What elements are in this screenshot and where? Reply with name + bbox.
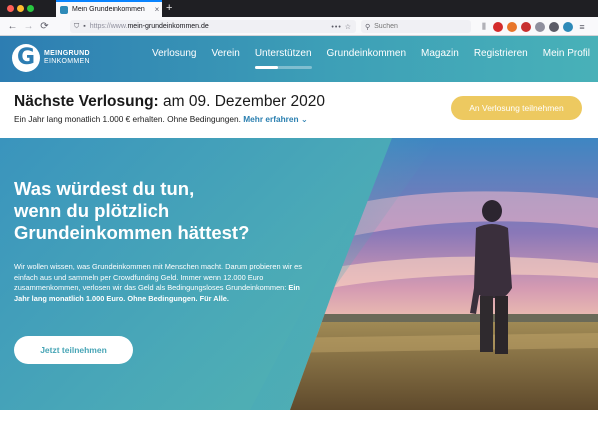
browser-toolbar: ← → ⟳ ⛉ ▪ https://www.mein-grundeinkomme…	[0, 17, 598, 36]
nav-unterstuetzen[interactable]: Unterstützen	[254, 48, 312, 69]
extension-icon[interactable]	[507, 21, 517, 32]
nav-mein-profil[interactable]: Mein Profil	[543, 48, 590, 59]
toolbar-icons: ⫼ ≡	[479, 20, 591, 33]
url-text[interactable]: https://www.mein-grundeinkommen.de	[90, 23, 328, 30]
account-icon[interactable]	[549, 21, 559, 32]
learn-more-link[interactable]: Mehr erfahren ⌄	[243, 114, 308, 124]
forward-button[interactable]: →	[22, 20, 35, 33]
lock-icon[interactable]: ▪	[83, 23, 85, 30]
search-box[interactable]: ⚲	[361, 20, 471, 33]
zoom-window-button[interactable]	[27, 5, 34, 12]
back-button[interactable]: ←	[6, 20, 19, 33]
participate-button[interactable]: Jetzt teilnehmen	[14, 336, 133, 364]
close-window-button[interactable]	[7, 5, 14, 12]
nav-verein[interactable]: Verein	[211, 48, 239, 59]
container-icon[interactable]	[563, 21, 573, 32]
announcement-date: am 09. Dezember 2020	[158, 93, 326, 110]
logo-mark-icon: G	[12, 44, 40, 72]
new-tab-button[interactable]: +	[166, 1, 172, 15]
logo-text-bottom: EINKOMMEN	[44, 58, 90, 65]
hero-body-text: Wir wollen wissen, was Grundeinkommen mi…	[14, 262, 302, 293]
url-host: mein-grundeinkommen.de	[127, 23, 209, 30]
close-tab-icon[interactable]: ×	[152, 5, 162, 14]
address-bar[interactable]: ⛉ ▪ https://www.mein-grundeinkommen.de •…	[70, 20, 356, 33]
search-icon: ⚲	[365, 23, 371, 31]
page-bottom	[0, 410, 598, 431]
page-actions-icon[interactable]: ••• ☆	[331, 23, 352, 31]
sync-icon[interactable]	[535, 21, 545, 32]
nav-grundeinkommen[interactable]: Grundeinkommen	[327, 48, 406, 59]
headline-line-2: wenn du plötzlich	[14, 200, 170, 221]
announcement-subtitle: Ein Jahr lang monatlich 1.000 € erhalten…	[14, 114, 308, 124]
reload-button[interactable]: ⟳	[38, 20, 51, 33]
menu-icon[interactable]: ≡	[577, 22, 587, 32]
chevron-down-icon: ⌄	[300, 114, 308, 124]
library-icon[interactable]: ⫼	[479, 22, 489, 32]
headline-line-1: Was würdest du tun,	[14, 178, 195, 199]
ublock-icon[interactable]	[493, 21, 503, 32]
nav-registrieren[interactable]: Registrieren	[474, 48, 528, 59]
tab-title: Mein Grundeinkommen	[72, 6, 145, 13]
hero-description: Wir wollen wissen, was Grundeinkommen mi…	[14, 262, 304, 304]
nav-verlosung[interactable]: Verlosung	[152, 48, 196, 59]
site-favicon-icon	[60, 5, 68, 14]
join-raffle-button[interactable]: An Verlosung teilnehmen	[451, 96, 582, 120]
shield-icon[interactable]: ⛉	[74, 23, 79, 31]
site-header: G MEINGRUND EINKOMMEN Verlosung Verein U…	[0, 36, 598, 82]
announcement-subtitle-text: Ein Jahr lang monatlich 1.000 € erhalten…	[14, 114, 241, 124]
hero-headline: Was würdest du tun, wenn du plötzlich Gr…	[14, 178, 304, 244]
main-nav: Verlosung Verein Unterstützen Grundeinko…	[137, 48, 590, 69]
search-input[interactable]	[374, 23, 465, 30]
hero-section: Was würdest du tun, wenn du plötzlich Gr…	[0, 138, 598, 410]
browser-titlebar: Mein Grundeinkommen × +	[0, 0, 598, 17]
browser-tab[interactable]: Mein Grundeinkommen ×	[56, 0, 162, 17]
url-prefix: https://www.	[89, 23, 128, 30]
announcement-title-bold: Nächste Verlosung:	[14, 93, 159, 110]
announcement-title: Nächste Verlosung: am 09. Dezember 2020	[14, 93, 325, 111]
minimize-window-button[interactable]	[17, 5, 24, 12]
headline-line-3: Grundeinkommen hättest?	[14, 222, 250, 243]
logo-wordmark: MEINGRUND EINKOMMEN	[44, 50, 90, 66]
logo-text-top: MEINGRUND	[44, 50, 90, 57]
nav-magazin[interactable]: Magazin	[421, 48, 459, 59]
raffle-announcement: Nächste Verlosung: am 09. Dezember 2020 …	[0, 82, 598, 138]
extension-icon[interactable]	[521, 21, 531, 32]
site-logo[interactable]: G MEINGRUND EINKOMMEN	[12, 41, 90, 75]
